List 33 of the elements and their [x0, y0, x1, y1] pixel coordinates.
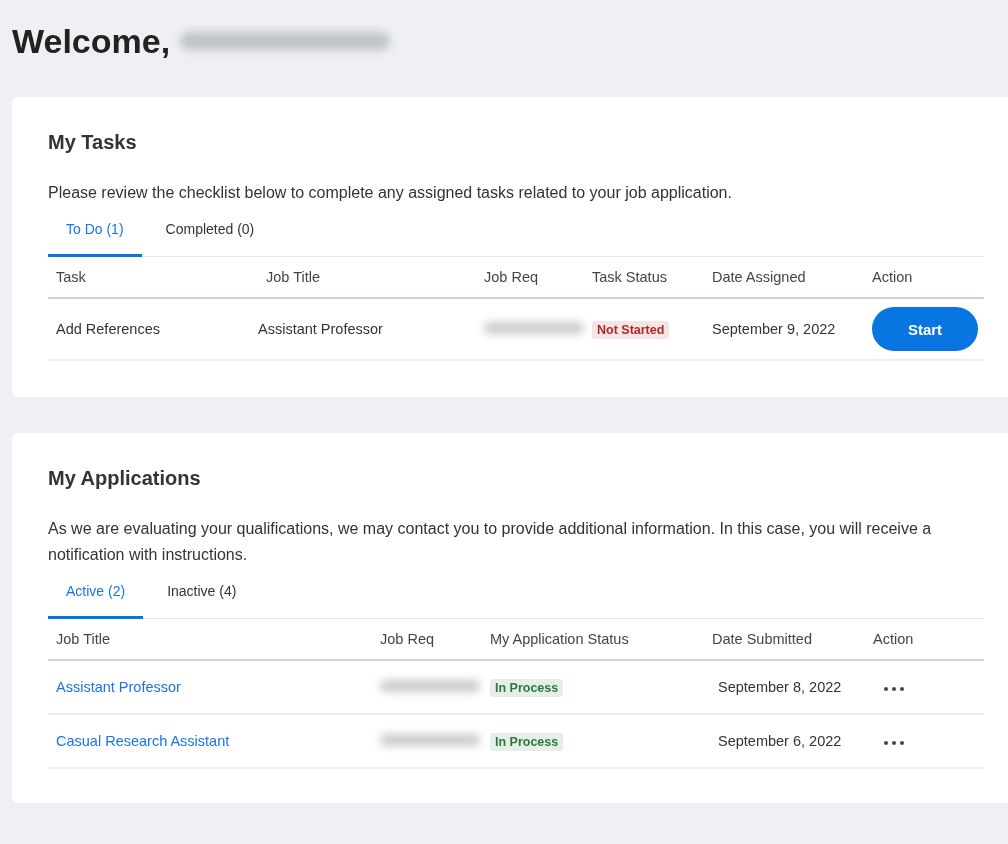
column-header: My Application Status [489, 631, 630, 647]
more-icon[interactable] [883, 686, 905, 692]
table-cell-text: September 9, 2022 [711, 321, 837, 337]
table-cell-text: Add References [55, 321, 161, 337]
column-header: Job Req [379, 631, 435, 647]
start-button[interactable]: Start [872, 307, 978, 351]
more-icon[interactable] [883, 740, 905, 746]
column-header: Job Req [483, 269, 539, 285]
tab[interactable]: Active (2) [48, 574, 144, 619]
tab[interactable]: Inactive (4) [149, 574, 255, 619]
column-header: Date Assigned [711, 269, 807, 285]
job-title-link[interactable]: Casual Research Assistant [56, 733, 230, 749]
table-cell-text: Assistant Professor [258, 321, 384, 337]
column-header: Date Submitted [711, 631, 813, 647]
section-title: My Tasks [48, 131, 138, 154]
welcome-heading: Welcome, [12, 21, 171, 61]
column-header: Job Title [265, 269, 321, 285]
section-description: As we are evaluating your qualifications, we may contact you to provide additional information. In this case, you will receive a notification with instructions. [48, 519, 933, 565]
column-header: Task Status [591, 269, 668, 285]
table-cell-text: September 6, 2022 [717, 733, 843, 749]
job-title-link[interactable]: Assistant Professor [56, 679, 181, 695]
status-badge: Not Started [592, 321, 670, 339]
column-header: Action [872, 631, 915, 647]
column-header: Action [871, 269, 914, 285]
status-badge: In Process [490, 733, 564, 751]
table-cell-text: September 8, 2022 [717, 679, 843, 695]
tab[interactable]: Completed (0) [147, 212, 273, 257]
section-title: My Applications [48, 467, 202, 490]
tab[interactable]: To Do (1) [48, 212, 142, 257]
column-header: Task [55, 269, 87, 285]
section-description: Please review the checklist below to complete any assigned tasks related to your job application. [48, 183, 733, 203]
status-badge: In Process [490, 679, 564, 697]
column-header: Job Title [55, 631, 111, 647]
